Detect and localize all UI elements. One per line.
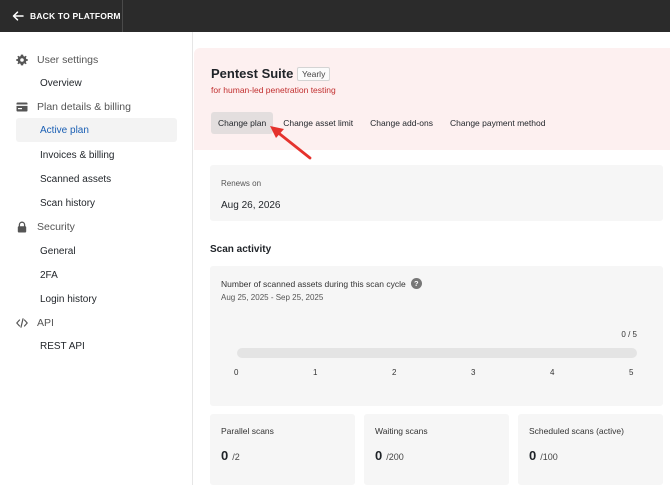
sidebar-group-label: User settings [37, 54, 99, 66]
parallel-scans-card: Parallel scans 0 /2 [210, 414, 355, 485]
sidebar-group-label: API [37, 317, 54, 329]
scale-tick: 0 [234, 368, 239, 377]
sidebar-item-label: Login history [40, 293, 97, 305]
scale-tick: 2 [392, 368, 397, 377]
scan-activity-title: Number of scanned assets during this sca… [221, 278, 406, 289]
sidebar-item-label: General [40, 245, 76, 257]
sidebar-item-invoices-billing[interactable]: Invoices & billing [16, 143, 177, 167]
stat-value: 0 [529, 448, 537, 463]
scan-cycle-range: Aug 25, 2025 - Sep 25, 2025 [221, 293, 324, 302]
sidebar-item-active-plan[interactable]: Active plan [16, 118, 177, 142]
sidebar-item-label: Active plan [40, 124, 89, 136]
scale-tick: 4 [550, 368, 555, 377]
sidebar-item-rest-api[interactable]: REST API [16, 334, 177, 358]
stat-value-row: 0 /2 [221, 448, 240, 463]
stat-value-row: 0 /100 [529, 448, 558, 463]
stat-label: Waiting scans [375, 426, 428, 436]
gear-icon [16, 54, 28, 66]
change-plan-button[interactable]: Change plan [211, 112, 274, 134]
stat-label: Parallel scans [221, 426, 274, 436]
scheduled-scans-card: Scheduled scans (active) 0 /100 [518, 414, 663, 485]
sidebar-item-overview[interactable]: Overview [16, 71, 177, 95]
billing-cycle-badge: Yearly [297, 67, 331, 81]
code-icon [16, 318, 28, 328]
sidebar-item-label: Scanned assets [40, 173, 112, 185]
scale-tick: 5 [629, 368, 634, 377]
sidebar-group-plan-billing: Plan details & billing [16, 101, 131, 113]
sidebar-group-label: Security [37, 221, 75, 233]
scale-tick: 3 [471, 368, 476, 377]
renewal-label: Renews on [221, 179, 262, 188]
sidebar-item-scanned-assets[interactable]: Scanned assets [16, 167, 177, 191]
stat-value: 0 [221, 448, 229, 463]
sidebar-group-label: Plan details & billing [37, 101, 131, 113]
billing-icon [16, 102, 28, 112]
stat-total: /2 [232, 452, 240, 462]
scan-activity-title-row: Number of scanned assets during this sca… [221, 278, 422, 289]
stat-value-row: 0 /200 [375, 448, 404, 463]
waiting-scans-card: Waiting scans 0 /200 [364, 414, 509, 485]
sidebar: User settings Overview Plan details & bi… [0, 32, 193, 485]
renewal-date: Aug 26, 2026 [221, 200, 281, 211]
stat-total: /200 [386, 452, 404, 462]
sidebar-item-label: 2FA [40, 269, 58, 281]
top-bar: BACK TO PLATFORM [0, 0, 670, 32]
sidebar-item-label: Invoices & billing [40, 149, 115, 161]
lock-icon [17, 221, 27, 233]
plan-actions: Change plan Change asset limit Change ad… [211, 112, 555, 134]
sidebar-item-scan-history[interactable]: Scan history [16, 191, 177, 215]
sidebar-item-label: Overview [40, 77, 82, 89]
sidebar-group-api: API [16, 317, 54, 329]
plan-name: Pentest Suite [211, 66, 294, 81]
sidebar-group-user-settings: User settings [16, 54, 98, 66]
scan-activity-heading: Scan activity [210, 244, 272, 255]
stat-value: 0 [375, 448, 383, 463]
arrow-left-icon [12, 11, 24, 21]
usage-progress-bar [237, 348, 637, 358]
renewal-card: Renews on Aug 26, 2026 [210, 165, 663, 221]
sidebar-item-label: REST API [40, 340, 85, 352]
stat-total: /100 [540, 452, 558, 462]
scale-tick: 1 [313, 368, 318, 377]
sidebar-item-2fa[interactable]: 2FA [16, 263, 177, 287]
stat-label: Scheduled scans (active) [529, 426, 624, 436]
sidebar-item-label: Scan history [40, 197, 96, 209]
sidebar-group-security: Security [16, 221, 75, 233]
main-content: Pentest Suite Yearly for human-led penet… [194, 32, 670, 485]
back-to-platform-label: BACK TO PLATFORM [30, 11, 121, 21]
help-icon[interactable]: ? [410, 278, 422, 289]
change-add-ons-button[interactable]: Change add-ons [363, 112, 440, 134]
scan-activity-card: Number of scanned assets during this sca… [210, 266, 663, 406]
plan-subtitle: for human-led penetration testing [211, 85, 336, 95]
back-to-platform-button[interactable]: BACK TO PLATFORM [0, 0, 123, 32]
change-payment-method-button[interactable]: Change payment method [443, 112, 552, 134]
usage-count: 0 / 5 [621, 330, 637, 339]
sidebar-item-login-history[interactable]: Login history [16, 287, 177, 311]
pointer-arrow-icon [270, 126, 312, 160]
sidebar-item-general[interactable]: General [16, 239, 177, 263]
